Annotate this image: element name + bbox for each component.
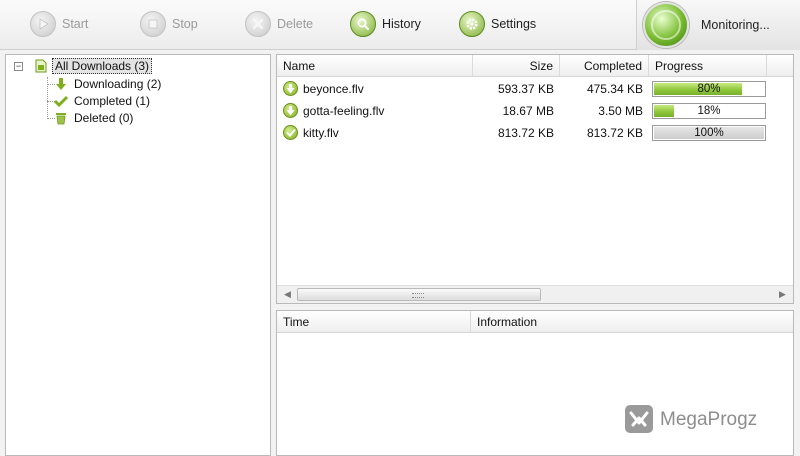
megaprogz-logo-icon	[624, 404, 654, 437]
download-status-icon	[283, 81, 298, 96]
history-button[interactable]: History	[350, 10, 421, 38]
table-row[interactable]: kitty.flv 813.72 KB 813.72 KB 100%	[277, 122, 793, 144]
tree-collapse-toggle[interactable]: −	[14, 62, 23, 71]
tree-item-completed[interactable]: Completed (1)	[54, 93, 152, 109]
history-label: History	[382, 17, 421, 31]
file-size: 18.67 MB	[502, 104, 554, 118]
table-row[interactable]: gotta-feeling.flv 18.67 MB 3.50 MB 18%	[277, 100, 793, 122]
tree-label-deleted: Deleted (0)	[74, 111, 134, 125]
list-header: Name Size Completed Progress	[277, 55, 793, 77]
magnifier-icon	[350, 11, 376, 37]
column-header-progress[interactable]: Progress	[649, 55, 767, 77]
delete-label: Delete	[277, 17, 314, 31]
stop-icon	[140, 11, 166, 37]
file-size: 593.37 KB	[497, 82, 554, 96]
file-completed: 475.34 KB	[586, 82, 643, 96]
category-tree: − All Downloads (3) Downloading (2) Comp…	[5, 54, 271, 456]
log-header: Time Information	[277, 311, 793, 333]
file-completed: 3.50 MB	[598, 104, 643, 118]
file-size: 813.72 KB	[497, 126, 554, 140]
tree-item-deleted[interactable]: Deleted (0)	[54, 110, 135, 126]
monitoring-label: Monitoring...	[701, 18, 770, 32]
progress-bar: 80%	[652, 81, 766, 97]
tree-label-completed: Completed (1)	[74, 94, 151, 108]
settings-button[interactable]: Settings	[459, 10, 536, 38]
downloads-list: Name Size Completed Progress beyonce.flv…	[276, 54, 794, 304]
progress-text: 100%	[694, 127, 724, 139]
table-row[interactable]: beyonce.flv 593.37 KB 475.34 KB 80%	[277, 78, 793, 100]
watermark: MegaProgz	[624, 404, 757, 436]
completed-status-icon	[283, 125, 298, 140]
progress-bar: 100%	[652, 125, 766, 141]
delete-button[interactable]: Delete	[245, 10, 313, 38]
monitoring-button[interactable]: Monitoring...	[636, 0, 800, 50]
monitoring-orb-icon	[643, 2, 689, 48]
play-icon	[30, 11, 56, 37]
toolbar: Start Stop Delete History Settings Monit…	[0, 0, 800, 50]
column-header-time[interactable]: Time	[277, 311, 471, 333]
stop-label: Stop	[172, 17, 198, 31]
horizontal-scrollbar[interactable]: ◀ ▶	[277, 285, 793, 303]
document-icon	[34, 59, 48, 73]
progress-bar: 18%	[652, 103, 766, 119]
download-status-icon	[283, 103, 298, 118]
file-name: kitty.flv	[303, 126, 339, 140]
download-arrow-icon	[54, 77, 68, 91]
stop-button[interactable]: Stop	[140, 10, 198, 38]
start-button[interactable]: Start	[30, 10, 88, 38]
scroll-right-arrow-icon[interactable]: ▶	[774, 286, 791, 303]
tree-item-downloading[interactable]: Downloading (2)	[54, 76, 163, 92]
scrollbar-thumb[interactable]	[297, 288, 541, 301]
start-label: Start	[62, 17, 89, 31]
scroll-left-arrow-icon[interactable]: ◀	[279, 286, 296, 303]
column-header-completed[interactable]: Completed	[560, 55, 649, 77]
file-completed: 813.72 KB	[586, 126, 643, 140]
file-name: beyonce.flv	[303, 82, 364, 96]
file-name: gotta-feeling.flv	[303, 104, 385, 118]
delete-x-icon	[245, 11, 271, 37]
column-header-information[interactable]: Information	[471, 311, 794, 333]
progress-text: 18%	[697, 105, 721, 117]
column-header-name[interactable]: Name	[277, 55, 473, 77]
tree-item-all-downloads[interactable]: All Downloads (3)	[34, 58, 153, 74]
settings-label: Settings	[491, 17, 537, 31]
trash-icon	[54, 111, 68, 125]
watermark-text: MegaProgz	[660, 409, 758, 430]
progress-text: 80%	[697, 83, 721, 95]
tree-label-all-downloads: All Downloads (3)	[52, 58, 153, 74]
tree-label-downloading: Downloading (2)	[74, 77, 162, 91]
checkmark-icon	[54, 94, 68, 108]
column-header-size[interactable]: Size	[473, 55, 560, 77]
gear-icon	[459, 11, 485, 37]
